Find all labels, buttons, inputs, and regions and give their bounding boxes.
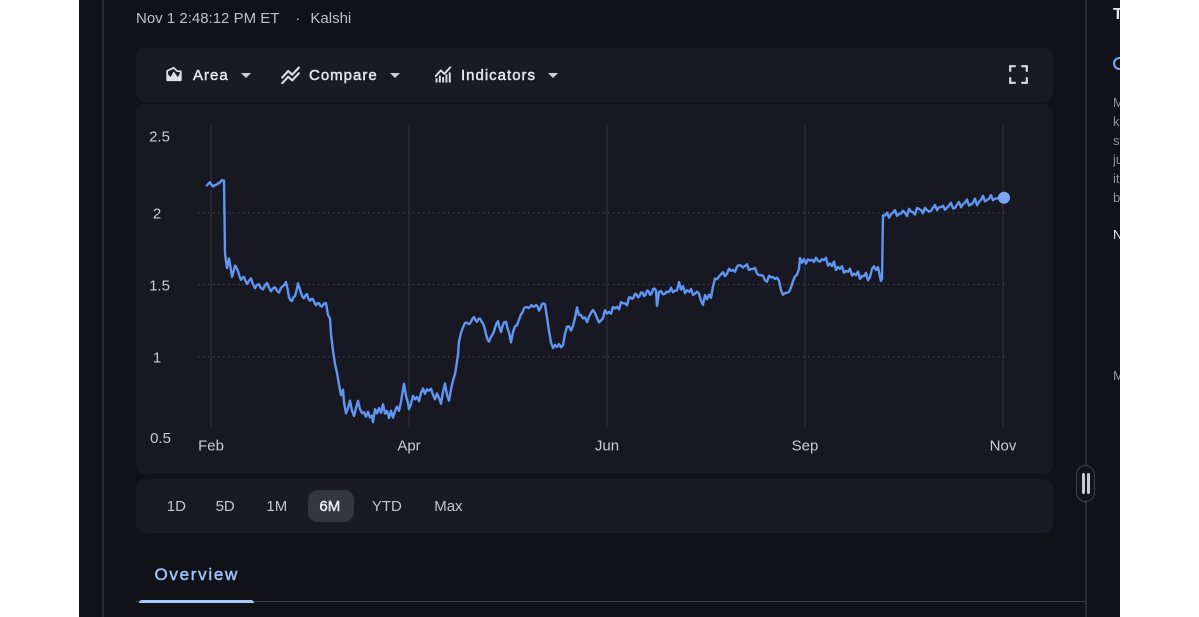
svg-text:Feb: Feb — [198, 438, 224, 455]
svg-text:1: 1 — [153, 350, 161, 367]
svg-text:2.5: 2.5 — [149, 129, 170, 146]
svg-text:1.5: 1.5 — [149, 278, 170, 295]
svg-text:2: 2 — [153, 206, 161, 223]
svg-text:Apr: Apr — [397, 438, 420, 455]
svg-text:Nov: Nov — [990, 438, 1017, 455]
svg-text:Jun: Jun — [595, 438, 619, 455]
svg-text:0.5: 0.5 — [150, 430, 171, 447]
svg-text:Sep: Sep — [792, 438, 819, 455]
